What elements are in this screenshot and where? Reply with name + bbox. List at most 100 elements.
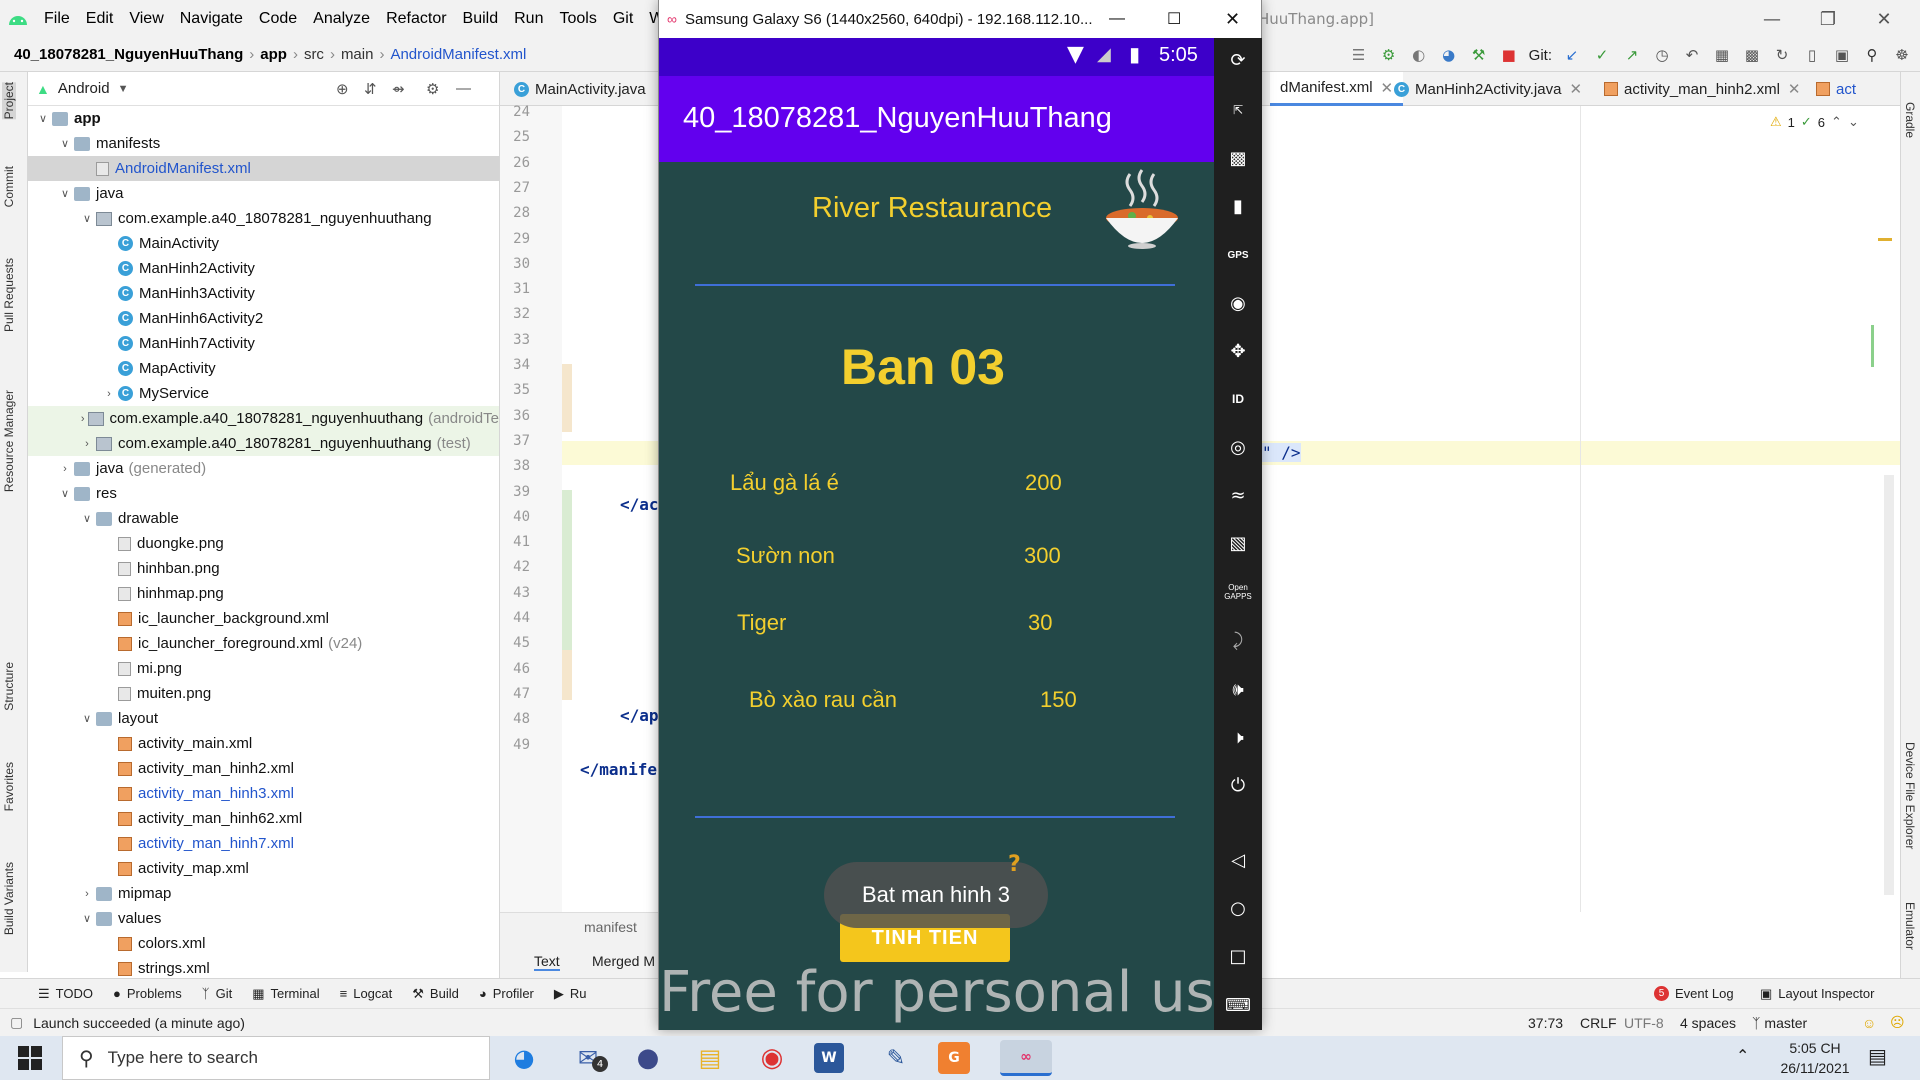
ide-close-button[interactable]: ✕ — [1856, 0, 1912, 38]
menu-code[interactable]: Code — [251, 10, 305, 28]
tree-item[interactable]: C ManHinh7Activity — [28, 331, 499, 356]
chevron-down-icon[interactable]: ∨ — [34, 112, 52, 125]
chevron-down-icon[interactable]: ∨ — [78, 512, 96, 525]
chrome-icon[interactable]: ◉ — [752, 1040, 792, 1076]
git-branch[interactable]: ᛉ master — [1752, 1015, 1807, 1031]
battery-icon[interactable]: ▮ — [1214, 191, 1262, 221]
tree-item[interactable]: ∨ manifests — [28, 131, 499, 156]
tree-item[interactable]: ∨ java — [28, 181, 499, 206]
tree-item[interactable]: muiten.png — [28, 681, 499, 706]
menu-navigate[interactable]: Navigate — [172, 10, 251, 28]
line-separator[interactable]: CRLF — [1580, 1015, 1617, 1031]
volume-down-icon[interactable]: 🕨 — [1214, 722, 1262, 752]
expand-all-icon[interactable]: ⇵ — [364, 80, 377, 98]
tree-item[interactable]: C MainActivity — [28, 231, 499, 256]
history-icon[interactable]: ◷ — [1652, 45, 1672, 65]
close-icon[interactable]: ✕ — [1381, 79, 1394, 97]
file-encoding[interactable]: UTF-8 — [1624, 1015, 1664, 1031]
tool-todo[interactable]: ☰ TODO — [0, 986, 103, 1002]
tree-item[interactable]: ∨ layout — [28, 706, 499, 731]
tree-item[interactable]: C MapActivity — [28, 356, 499, 381]
tab-androidmanifest[interactable]: dManifest.xml ✕ — [1270, 72, 1404, 106]
menu-build[interactable]: Build — [455, 10, 507, 28]
tool-project[interactable]: Project — [2, 82, 16, 120]
tool-problems[interactable]: ● Problems — [103, 986, 192, 1001]
tree-item[interactable]: activity_man_hinh62.xml — [28, 806, 499, 831]
git-update-icon[interactable]: ↙ — [1562, 45, 1582, 65]
chevron-up-icon[interactable]: ⌃ — [1831, 114, 1842, 130]
tool-event-log[interactable]: 5 Event Log — [1654, 986, 1734, 1001]
chevron-up-icon[interactable]: ⌃ — [1736, 1046, 1749, 1065]
id-icon[interactable]: ID — [1214, 384, 1262, 414]
move-icon[interactable]: ✥ — [1214, 336, 1262, 366]
gear-icon[interactable]: ⚙ — [426, 80, 439, 98]
tree-item[interactable]: › C MyService — [28, 381, 499, 406]
fingerprint-icon[interactable]: ◎ — [1214, 432, 1262, 462]
menu-analyze[interactable]: Analyze — [305, 10, 378, 28]
taskbar-clock[interactable]: 5:05 CH 26/11/2021 — [1770, 1038, 1860, 1078]
menu-view[interactable]: View — [121, 10, 171, 28]
tree-item[interactable]: › java (generated) — [28, 456, 499, 481]
chevron-down-icon[interactable]: ∨ — [78, 712, 96, 725]
tree-item[interactable]: › mipmap — [28, 881, 499, 906]
tree-item[interactable]: C ManHinh3Activity — [28, 281, 499, 306]
back-icon[interactable]: ◁ — [1214, 845, 1262, 875]
tree-item[interactable]: activity_man_hinh7.xml — [28, 831, 499, 856]
tree-item[interactable]: ic_launcher_background.xml — [28, 606, 499, 631]
tree-item[interactable]: activity_map.xml — [28, 856, 499, 881]
tool-profiler[interactable]: ◕ Profiler — [469, 986, 544, 1001]
tree-item[interactable]: activity_main.xml — [28, 731, 499, 756]
tool-git[interactable]: ᛉ Git — [192, 986, 242, 1001]
chevron-down-icon[interactable]: ∨ — [56, 137, 74, 150]
edge-icon[interactable]: ◕ — [504, 1040, 544, 1076]
tab-text[interactable]: Text — [534, 953, 560, 971]
tab-mainactivity[interactable]: C MainActivity.java — [514, 72, 646, 106]
project-view-selector[interactable]: Android — [58, 80, 110, 97]
breadcrumb-app[interactable]: app — [254, 46, 293, 63]
emulator-task-icon[interactable]: ∞ — [1000, 1040, 1052, 1076]
git-commit-icon[interactable]: ✓ — [1592, 45, 1612, 65]
chevron-down-icon[interactable]: ⌄ — [1848, 114, 1859, 130]
tree-item[interactable]: › com.example.a40_18078281_nguyenhuuthang… — [28, 406, 499, 431]
close-icon[interactable]: ✕ — [1788, 80, 1801, 98]
avd-manager-icon[interactable]: ▩ — [1742, 45, 1762, 65]
tree-item[interactable]: activity_man_hinh2.xml — [28, 756, 499, 781]
tree-item[interactable]: colors.xml — [28, 931, 499, 956]
rotate-icon[interactable]: ⟳ — [1214, 45, 1262, 75]
indent-setting[interactable]: 4 spaces — [1680, 1015, 1736, 1031]
menu-refactor[interactable]: Refactor — [378, 10, 454, 28]
tree-item[interactable]: C ManHinh6Activity2 — [28, 306, 499, 331]
windows-start-icon[interactable] — [18, 1046, 42, 1070]
git-push-icon[interactable]: ↗ — [1622, 45, 1642, 65]
emulator-maximize-button[interactable]: ☐ — [1167, 9, 1181, 29]
tree-item[interactable]: mi.png — [28, 656, 499, 681]
emulator-close-button[interactable]: ✕ — [1225, 9, 1240, 30]
tree-item[interactable]: ∨ drawable — [28, 506, 499, 531]
ide-restore-button[interactable]: ❐ — [1800, 0, 1856, 38]
chevron-right-icon[interactable]: › — [78, 888, 96, 900]
camera-icon[interactable]: ◉ — [1214, 288, 1262, 318]
emulator-minimize-button[interactable]: — — [1109, 10, 1125, 28]
chevron-down-icon[interactable]: ▼ — [118, 83, 129, 95]
device-manager-icon[interactable]: ▯ — [1802, 45, 1822, 65]
tool-pull-requests[interactable]: Pull Requests — [2, 258, 16, 332]
tree-item[interactable]: › com.example.a40_18078281_nguyenhuuthang… — [28, 431, 499, 456]
tree-item[interactable]: activity_man_hinh3.xml — [28, 781, 499, 806]
layout-icon[interactable]: ☰ — [1349, 45, 1369, 65]
tool-run[interactable]: ▶ Ru — [544, 986, 597, 1002]
breadcrumb-file[interactable]: AndroidManifest.xml — [384, 46, 532, 63]
editor-scrollbar[interactable] — [1884, 475, 1894, 895]
tree-item[interactable]: C ManHinh2Activity — [28, 256, 499, 281]
tool-build-variants[interactable]: Build Variants — [2, 862, 16, 935]
gps-icon[interactable]: GPS — [1214, 240, 1262, 270]
cast-icon[interactable]: ≈ — [1214, 480, 1262, 510]
tool-layout-inspector[interactable]: ▣ Layout Inspector — [1760, 986, 1874, 1002]
one-to-one-icon[interactable]: ⇱ — [1214, 95, 1262, 125]
tab-act[interactable]: act — [1816, 72, 1856, 106]
hide-panel-icon[interactable]: — — [456, 80, 471, 97]
breadcrumb-main[interactable]: main — [335, 46, 380, 63]
tab-manhinh2activity[interactable]: C ManHinh2Activity.java ✕ — [1394, 72, 1582, 106]
tree-item[interactable]: ic_launcher_foreground.xml (v24) — [28, 631, 499, 656]
search-icon[interactable]: ⚲ — [1862, 45, 1882, 65]
file-explorer-icon[interactable]: ▤ — [690, 1040, 730, 1076]
